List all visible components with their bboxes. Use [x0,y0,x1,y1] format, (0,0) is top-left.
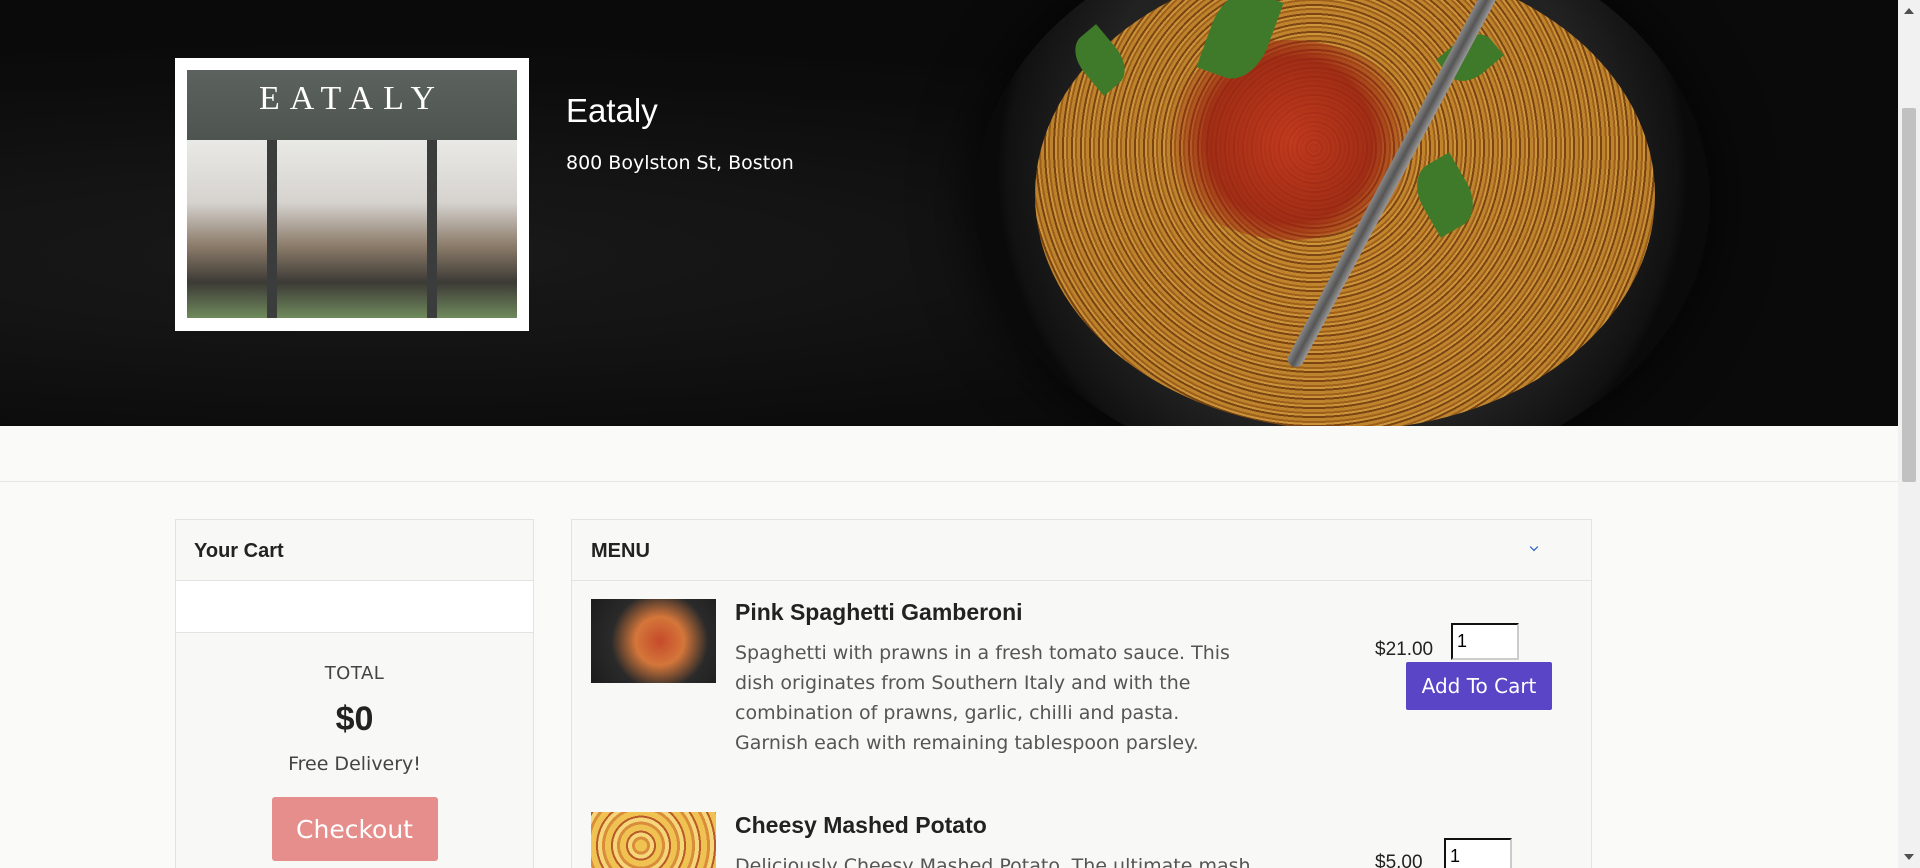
restaurant-photo-card: EATALY [175,58,529,331]
cart-title: Your Cart [176,520,533,581]
restaurant-address: 800 Boylston St, Boston [566,152,794,174]
storefront-pillar [427,140,437,318]
menu-item: Cheesy Mashed Potato Deliciously Cheesy … [591,812,1571,868]
scrollbar-thumb[interactable] [1902,108,1916,482]
menu-item-name: Pink Spaghetti Gamberoni [735,599,1023,625]
menu-panel: MENU Pink Spaghetti Gamberoni Spaghetti … [571,519,1592,868]
quantity-input[interactable] [1451,623,1519,660]
restaurant-name: Eataly [566,92,658,129]
menu-item-image [591,812,716,868]
hero-banner: EATALY Eataly 800 Boylston St, Boston [0,0,1898,426]
restaurant-photo: EATALY [187,70,517,318]
menu-item-description: Deliciously Cheesy Mashed Potato. The ul… [735,855,1251,868]
cart-total-value: $0 [335,700,374,738]
scroll-down-arrow-icon[interactable] [1904,854,1914,860]
section-divider-band [0,426,1898,482]
menu-item-price: $21.00 [1375,639,1434,660]
storefront-interior [187,140,517,318]
storefront-pillar [267,140,277,318]
add-to-cart-button[interactable]: Add To Cart [1406,662,1552,710]
menu-title: MENU [591,540,650,562]
cart-panel: Your Cart TOTAL $0 Free Delivery! Checko… [175,519,534,868]
menu-header[interactable]: MENU [572,520,1591,581]
cart-items-list [176,581,533,633]
menu-item-description: Spaghetti with prawns in a fresh tomato … [735,642,1230,754]
menu-item-image [591,599,716,683]
menu-item-name: Cheesy Mashed Potato [735,812,987,838]
cart-total-label: TOTAL [324,663,385,684]
chevron-down-icon[interactable] [1529,542,1539,552]
menu-item: Pink Spaghetti Gamberoni Spaghetti with … [591,599,1571,779]
checkout-button[interactable]: Checkout [271,797,438,861]
menu-item-price: $5.00 [1375,852,1423,868]
page-scrollbar[interactable] [1898,0,1920,868]
delivery-note: Free Delivery! [288,753,421,775]
scroll-up-arrow-icon[interactable] [1904,8,1914,14]
quantity-input[interactable] [1444,838,1512,868]
storefront-sign: EATALY [187,70,517,140]
